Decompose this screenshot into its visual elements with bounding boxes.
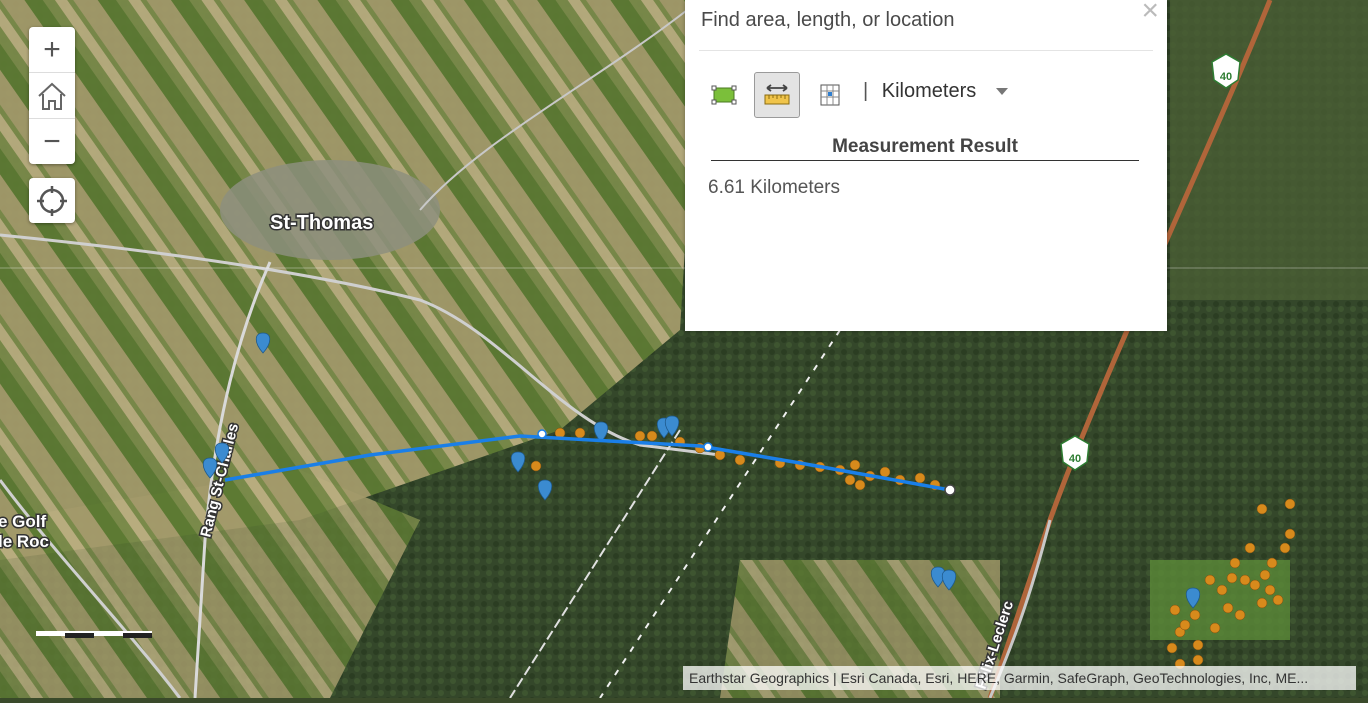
home-icon bbox=[38, 82, 66, 110]
unit-dropdown[interactable]: | Kilometers bbox=[863, 80, 1008, 103]
measure-panel: Find area, length, or location × | Kilom… bbox=[685, 0, 1167, 331]
svg-text:40: 40 bbox=[1069, 453, 1081, 465]
area-icon bbox=[711, 85, 737, 105]
zoom-out-button[interactable]: − bbox=[29, 118, 75, 164]
zoom-controls: + − bbox=[29, 27, 75, 164]
town-label: St-Thomas bbox=[270, 212, 373, 234]
distance-tool-button[interactable] bbox=[754, 72, 800, 118]
close-button[interactable]: × bbox=[1141, 0, 1159, 28]
result-value: 6.61 Kilometers bbox=[708, 177, 841, 198]
chevron-down-icon bbox=[995, 88, 1008, 96]
search-input[interactable]: Find area, length, or location bbox=[701, 9, 955, 32]
vertex-handle[interactable] bbox=[537, 429, 547, 439]
end-vertex[interactable] bbox=[944, 484, 956, 496]
home-button[interactable] bbox=[29, 72, 75, 118]
unit-label: Kilometers bbox=[881, 80, 977, 102]
golf-label: le Roc bbox=[0, 532, 49, 551]
zoom-in-button[interactable]: + bbox=[29, 27, 75, 72]
location-tool-button[interactable] bbox=[807, 72, 853, 118]
result-heading: Measurement Result bbox=[711, 136, 1139, 161]
crosshair-icon bbox=[37, 185, 67, 216]
ruler-icon bbox=[764, 84, 790, 105]
golf-label: e Golf bbox=[0, 512, 47, 531]
map-attribution: Earthstar Geographics | Esri Canada, Esr… bbox=[683, 666, 1356, 690]
area-tool-button[interactable] bbox=[701, 72, 747, 118]
unit-separator: | bbox=[863, 80, 869, 102]
scale-bar bbox=[36, 631, 152, 638]
location-grid-icon bbox=[820, 84, 840, 106]
divider bbox=[699, 50, 1153, 51]
vertex-handle[interactable] bbox=[703, 442, 713, 452]
locate-button[interactable] bbox=[29, 178, 75, 223]
svg-text:40: 40 bbox=[1220, 71, 1232, 83]
